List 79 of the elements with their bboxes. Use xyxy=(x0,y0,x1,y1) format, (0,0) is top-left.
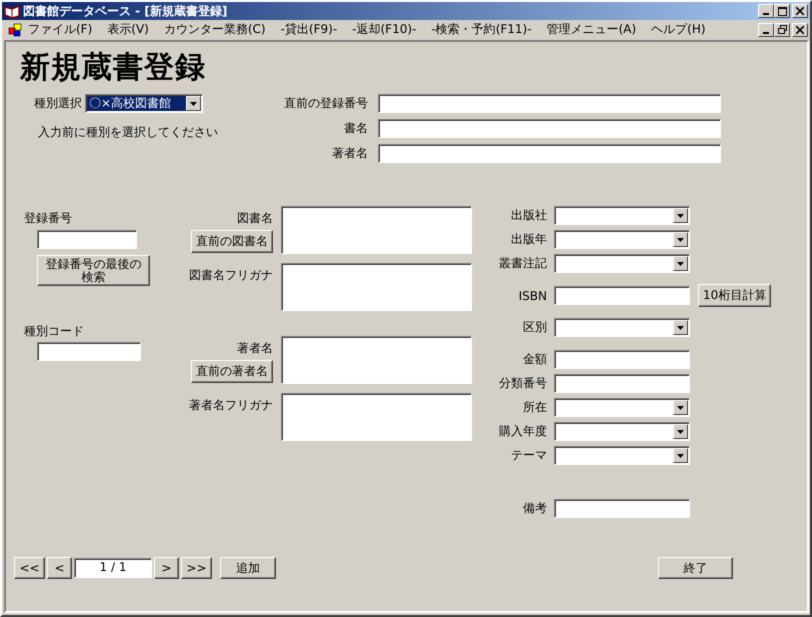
next-record-button[interactable]: > xyxy=(154,557,179,579)
last-record-button[interactable]: >> xyxy=(181,557,212,579)
field-label: 図書名フリガナ xyxy=(189,267,273,284)
field-label: 出版年 xyxy=(510,231,547,248)
restore-icon xyxy=(778,25,786,34)
text-field[interactable] xyxy=(378,94,721,113)
text-area[interactable] xyxy=(281,263,472,311)
record-counter[interactable]: 1 / 1 xyxy=(74,558,152,578)
maximize-button[interactable] xyxy=(774,4,790,18)
text-field[interactable] xyxy=(554,286,690,305)
menu-item[interactable]: カウンター業務(C) xyxy=(164,21,266,38)
dropdown[interactable] xyxy=(554,446,690,465)
menu-item[interactable]: 管理メニュー(A) xyxy=(546,21,636,38)
dropdown[interactable] xyxy=(554,230,690,249)
minimize-icon xyxy=(763,32,769,34)
window-title: 図書館データベース - [新規蔵書登録] xyxy=(23,2,228,20)
field-label: 所在 xyxy=(522,399,547,416)
exit-button[interactable]: 終了 xyxy=(658,557,733,579)
field-label: 著者名 xyxy=(237,340,273,357)
menu-item[interactable]: ファイル(F) xyxy=(28,21,92,38)
field-label: 分類番号 xyxy=(498,375,547,392)
text-area[interactable] xyxy=(281,393,472,441)
dropdown[interactable] xyxy=(554,318,690,337)
field-label: 区別 xyxy=(522,319,547,336)
menu-item[interactable]: 表示(V) xyxy=(107,21,149,38)
field-label: 図書名 xyxy=(237,210,273,227)
text-area[interactable] xyxy=(281,206,472,254)
close-button[interactable] xyxy=(792,22,808,36)
hint-text: 入力前に種別を選択してください xyxy=(37,124,219,141)
maximize-icon xyxy=(778,6,786,16)
close-icon xyxy=(796,26,804,34)
minimize-icon xyxy=(763,13,769,15)
dropdown[interactable] xyxy=(554,206,690,225)
menu-item[interactable]: -貸出(F9)- xyxy=(280,21,338,38)
dropdown[interactable] xyxy=(554,398,690,417)
dropdown[interactable] xyxy=(554,254,690,273)
add-button[interactable]: 追加 xyxy=(220,557,276,579)
text-field[interactable] xyxy=(554,374,690,393)
menu-item[interactable]: ヘルプ(H) xyxy=(651,21,706,38)
first-record-button[interactable]: << xyxy=(14,557,45,579)
dropdown-value: 〇×高校図書館 xyxy=(87,96,186,111)
close-icon xyxy=(796,7,804,15)
book-icon xyxy=(4,3,20,19)
form-icon xyxy=(8,22,22,36)
form-title: 新規蔵書登録 xyxy=(20,49,207,87)
text-field[interactable] xyxy=(554,350,690,369)
text-area[interactable] xyxy=(281,336,472,384)
field-label: 直前の登録番号 xyxy=(283,95,368,112)
field-label: 出版社 xyxy=(510,207,547,224)
copy-previous-button[interactable]: 直前の著者名 xyxy=(191,360,273,383)
field-label: 著者名フリガナ xyxy=(189,397,273,414)
dropdown[interactable] xyxy=(554,422,690,441)
field-label: 著者名 xyxy=(331,145,368,162)
restore-button[interactable] xyxy=(774,22,790,36)
field-label: 種別コード xyxy=(24,323,84,340)
field-label: テーマ xyxy=(510,447,547,464)
field-label: 種別選択 xyxy=(34,95,82,112)
calculate-button[interactable]: 10桁目計算 xyxy=(698,284,772,307)
text-field[interactable] xyxy=(378,119,721,138)
text-field[interactable] xyxy=(378,144,721,163)
field-label: 叢書注記 xyxy=(498,255,547,272)
minimize-button[interactable] xyxy=(758,22,774,36)
menu-item[interactable]: -返却(F10)- xyxy=(352,21,416,38)
field-label: 金額 xyxy=(522,351,547,368)
field-label: ISBN xyxy=(518,288,547,302)
text-field[interactable] xyxy=(554,499,690,518)
minimize-button[interactable] xyxy=(758,4,774,18)
previous-record-button[interactable]: < xyxy=(47,557,72,579)
search-button[interactable]: 登録番号の最後の検索 xyxy=(37,255,150,286)
field-label: 購入年度 xyxy=(498,423,547,440)
text-field[interactable] xyxy=(37,230,137,249)
field-label: 登録番号 xyxy=(24,210,72,227)
copy-previous-button[interactable]: 直前の図書名 xyxy=(191,230,273,253)
text-field[interactable] xyxy=(37,342,141,361)
field-label: 備考 xyxy=(522,500,547,517)
close-button[interactable] xyxy=(792,4,808,18)
type-dropdown[interactable]: 〇×高校図書館 xyxy=(85,94,203,113)
field-label: 書名 xyxy=(343,120,368,137)
menu-item[interactable]: -検索・予約(F11)- xyxy=(431,21,532,38)
